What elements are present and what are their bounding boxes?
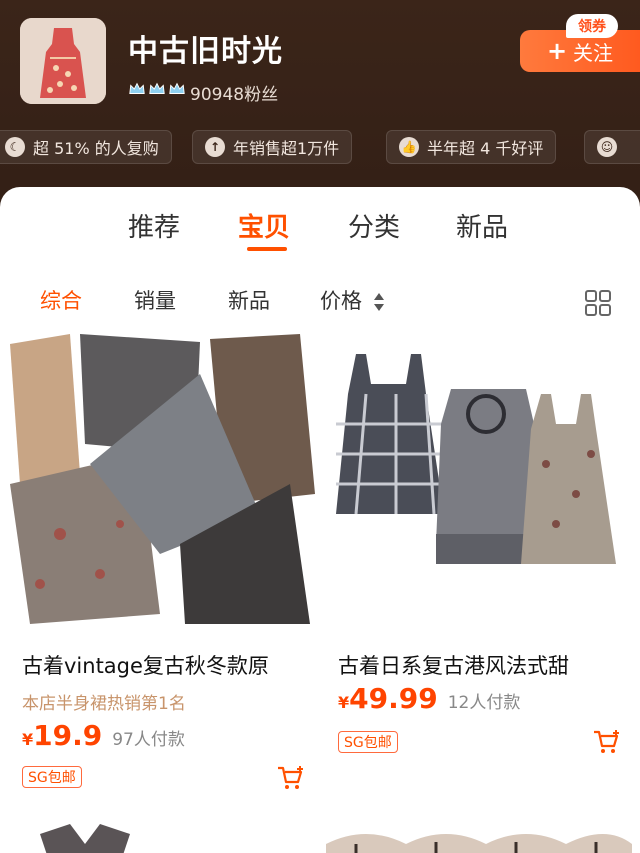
- active-tab-indicator: [247, 247, 287, 251]
- coupon-badge[interactable]: 领券: [566, 14, 618, 38]
- more-badge[interactable]: ☺: [584, 130, 640, 164]
- sort-bar: 综合 销量 新品 价格: [0, 285, 640, 321]
- store-header: 中古旧时光 90948粉丝 + 关注 领券 ☾ 超 51% 的人复购 ↑ 年销售…: [0, 0, 640, 190]
- good-reviews-badge[interactable]: 👍 半年超 4 千好评: [386, 130, 557, 164]
- main-panel: 推荐 宝贝 分类 新品 综合 销量 新品 价格 古着vintage复古秋冬款原 …: [0, 187, 640, 853]
- price-row: ¥19.9 97人付款: [22, 719, 185, 752]
- up-arrow-icon: ↑: [205, 137, 225, 157]
- badge-label: 年销售超1万件: [233, 139, 340, 158]
- badge-label: 半年超 4 千好评: [427, 139, 544, 158]
- product-price: ¥49.99: [338, 682, 438, 715]
- smile-icon: ☺: [597, 137, 617, 157]
- sort-price-label: 价格: [320, 289, 362, 313]
- crown-icon: [169, 82, 185, 94]
- badge-label: 超 51% 的人复购: [33, 139, 159, 158]
- repurchase-badge[interactable]: ☾ 超 51% 的人复购: [0, 130, 172, 164]
- add-to-cart-icon[interactable]: [276, 764, 306, 792]
- tab-recommend[interactable]: 推荐: [128, 207, 180, 244]
- store-tabs: 推荐 宝贝 分类 新品: [0, 207, 640, 257]
- product-sales: 12人付款: [447, 693, 521, 713]
- crown-icon: [129, 82, 145, 94]
- free-shipping-badge: SG包邮: [338, 731, 398, 753]
- moon-icon: ☾: [5, 137, 25, 157]
- tab-categories[interactable]: 分类: [348, 207, 400, 244]
- sort-comprehensive[interactable]: 综合: [40, 285, 82, 315]
- product-image[interactable]: [10, 334, 316, 624]
- product-title[interactable]: 古着日系复古港风法式甜: [338, 650, 628, 680]
- product-card[interactable]: 古着日系复古港风法式甜 ¥49.99 12人付款 SG包邮: [326, 334, 632, 814]
- sort-new[interactable]: 新品: [228, 285, 270, 315]
- store-badges: ☾ 超 51% 的人复购 ↑ 年销售超1万件 👍 半年超 4 千好评 ☺: [0, 130, 640, 164]
- price-row: ¥49.99 12人付款: [338, 682, 520, 715]
- free-shipping-badge: SG包邮: [22, 766, 82, 788]
- sort-price[interactable]: 价格: [320, 285, 385, 315]
- thumbs-up-icon: 👍: [399, 137, 419, 157]
- annual-sales-badge[interactable]: ↑ 年销售超1万件: [192, 130, 353, 164]
- product-price: ¥19.9: [22, 719, 103, 752]
- store-name: 中古旧时光: [128, 34, 283, 69]
- grid-view-icon[interactable]: [584, 289, 612, 317]
- plus-icon: +: [546, 37, 568, 65]
- product-card[interactable]: 古着vintage复古秋冬款原 本店半身裙热销第1名 ¥19.9 97人付款 S…: [10, 334, 316, 814]
- fans-count: 90948粉丝: [190, 85, 279, 105]
- product-image[interactable]: [326, 334, 632, 624]
- product-ranking-label: 本店半身裙热销第1名: [22, 694, 186, 714]
- tab-new[interactable]: 新品: [456, 207, 508, 244]
- store-level-crowns: [128, 80, 186, 98]
- add-to-cart-icon[interactable]: [592, 728, 622, 756]
- crown-icon: [149, 82, 165, 94]
- follow-label: 关注: [573, 40, 614, 65]
- product-title[interactable]: 古着vintage复古秋冬款原: [22, 650, 312, 680]
- store-avatar[interactable]: [20, 18, 106, 104]
- product-image-partial[interactable]: [326, 804, 632, 853]
- sort-sales[interactable]: 销量: [134, 285, 176, 315]
- product-sales: 97人付款: [112, 730, 185, 750]
- tab-products[interactable]: 宝贝: [238, 207, 290, 244]
- sort-arrows-icon: [373, 293, 384, 311]
- product-image-partial[interactable]: [10, 804, 316, 853]
